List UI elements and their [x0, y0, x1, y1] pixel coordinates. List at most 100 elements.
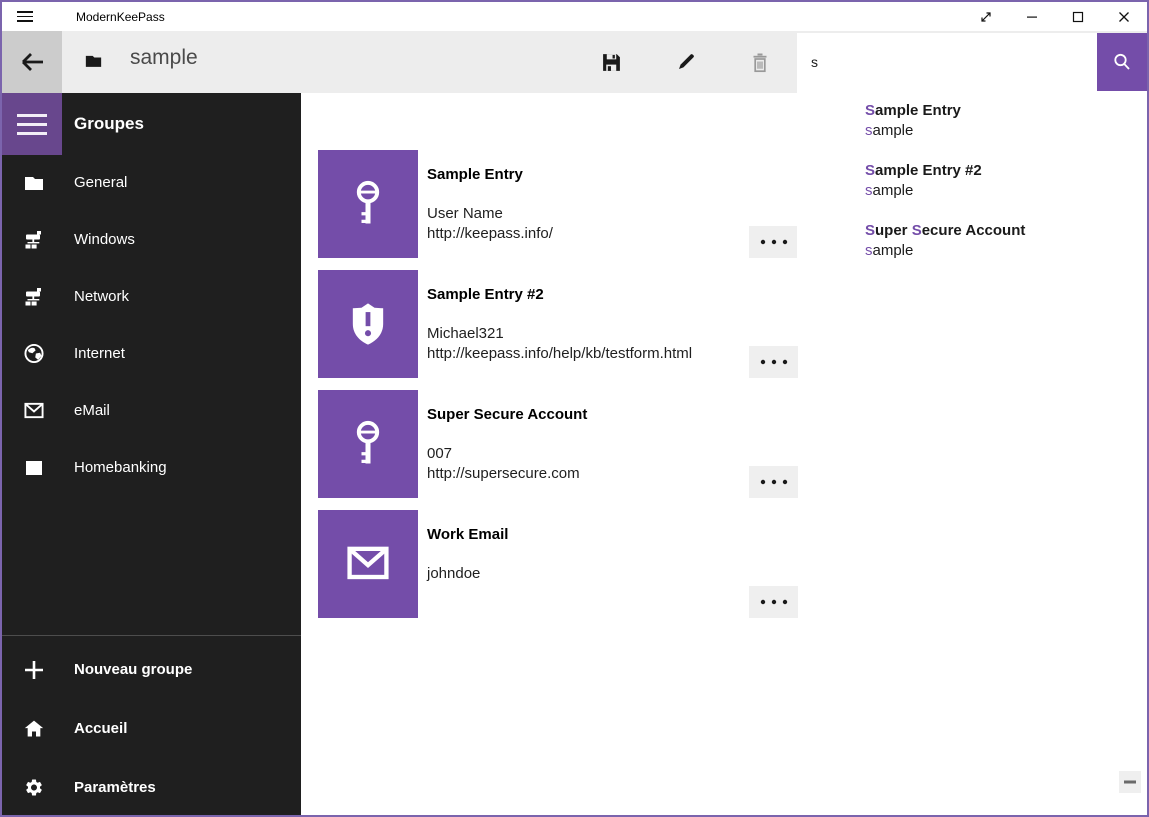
more-button[interactable]	[749, 586, 798, 618]
edit-button[interactable]	[662, 31, 710, 93]
sidebar-item-new-group[interactable]: Nouveau groupe	[2, 640, 301, 699]
sidebar-item-label: Homebanking	[74, 459, 167, 476]
more-button[interactable]	[749, 226, 798, 258]
square-icon	[24, 457, 44, 479]
sidebar-item-label: Accueil	[74, 720, 127, 737]
entry-title: Work Email	[427, 526, 748, 544]
hamburger-icon[interactable]	[2, 2, 48, 31]
entry-username: 007	[427, 444, 748, 464]
minimize-icon	[1026, 11, 1038, 23]
highlight: s	[865, 122, 873, 139]
entry-url: http://keepass.info/	[427, 224, 748, 244]
sidebar-item-email[interactable]: eMail	[2, 382, 301, 439]
entry-tile[interactable]	[318, 510, 418, 618]
entry-tile[interactable]	[318, 270, 418, 378]
caption-buttons	[963, 2, 1147, 31]
highlight: s	[865, 182, 873, 199]
enter-fullscreen-icon	[979, 10, 993, 24]
back-button[interactable]	[2, 31, 62, 93]
globe-icon	[24, 343, 44, 365]
entry-title: Super Secure Account	[427, 406, 748, 424]
mail-icon	[342, 542, 394, 586]
more-icon	[759, 479, 789, 485]
entry-row[interactable]: Super Secure Account 007 http://supersec…	[318, 390, 818, 498]
key-icon	[342, 178, 394, 230]
entry-tile[interactable]	[318, 390, 418, 498]
entry-username: johndoe	[427, 564, 748, 584]
maximize-icon	[1072, 11, 1084, 23]
delete-button[interactable]	[736, 31, 784, 93]
more-icon	[759, 599, 789, 605]
shield-alert-icon	[342, 298, 394, 350]
database-title: sample	[130, 46, 198, 70]
close-icon	[1118, 11, 1130, 23]
result-title: ample Entry	[875, 102, 961, 119]
app-header: sample	[2, 31, 1147, 93]
network-icon	[24, 229, 44, 251]
entry-url: http://keepass.info/help/kb/testform.htm…	[427, 344, 748, 364]
highlight: S	[865, 222, 875, 239]
entry-title: Sample Entry #2	[427, 286, 748, 304]
enter-fullscreen-button[interactable]	[963, 2, 1009, 31]
save-icon	[601, 52, 622, 73]
sidebar-item-internet[interactable]: Internet	[2, 325, 301, 382]
sidebar-item-label: General	[74, 174, 127, 191]
close-button[interactable]	[1101, 2, 1147, 31]
entry-row[interactable]: Sample Entry #2 Michael321 http://keepas…	[318, 270, 818, 378]
hamburger-icon	[17, 114, 47, 117]
key-icon	[342, 418, 394, 470]
search-result[interactable]: Sample Entry #2 sample	[865, 161, 1147, 201]
titlebar: ModernKeePass	[2, 2, 1147, 31]
app-window: ModernKeePass	[0, 0, 1149, 817]
app-title: ModernKeePass	[76, 10, 165, 24]
pane-toggle-button[interactable]	[2, 93, 62, 155]
result-title: ample Entry #2	[875, 162, 982, 179]
result-subtitle: ample	[873, 122, 914, 139]
search-suggestions: Sample Entry sample Sample Entry #2 samp…	[797, 91, 1147, 295]
trash-icon	[750, 52, 770, 73]
save-button[interactable]	[587, 31, 635, 93]
minimize-button[interactable]	[1009, 2, 1055, 31]
sidebar-item-home[interactable]: Accueil	[2, 699, 301, 758]
group-list: General Windows	[2, 154, 301, 496]
minus-icon	[1124, 780, 1136, 784]
sidebar-item-settings[interactable]: Paramètres	[2, 758, 301, 817]
entry-row[interactable]: Sample Entry User Name http://keepass.in…	[318, 150, 818, 258]
more-icon	[759, 359, 789, 365]
result-subtitle: ample	[873, 182, 914, 199]
home-icon	[24, 718, 44, 740]
entry-text: Super Secure Account 007 http://supersec…	[427, 390, 748, 484]
sidebar: Groupes General	[2, 93, 301, 815]
highlight: S	[865, 102, 875, 119]
more-button[interactable]	[749, 346, 798, 378]
sidebar-item-windows[interactable]: Windows	[2, 211, 301, 268]
sidebar-title: Groupes	[74, 93, 144, 155]
sidebar-item-general[interactable]: General	[2, 154, 301, 211]
maximize-button[interactable]	[1055, 2, 1101, 31]
more-button[interactable]	[749, 466, 798, 498]
search-button[interactable]	[1097, 33, 1147, 91]
entry-row[interactable]: Work Email johndoe	[318, 510, 818, 618]
search-result[interactable]: Sample Entry sample	[865, 101, 1147, 141]
sidebar-item-label: Network	[74, 288, 129, 305]
entry-tile[interactable]	[318, 150, 418, 258]
entry-text: Sample Entry #2 Michael321 http://keepas…	[427, 270, 748, 364]
network-icon	[24, 286, 44, 308]
sidebar-divider	[2, 635, 301, 636]
back-arrow-icon	[19, 51, 45, 73]
sidebar-item-homebanking[interactable]: Homebanking	[2, 439, 301, 496]
entry-title: Sample Entry	[427, 166, 748, 184]
search-icon	[1111, 51, 1133, 73]
sidebar-footer: Nouveau groupe Accueil Paramètres	[2, 640, 301, 817]
highlight: S	[912, 222, 922, 239]
sidebar-item-network[interactable]: Network	[2, 268, 301, 325]
zoom-out-button[interactable]	[1119, 771, 1141, 793]
search-input[interactable]	[797, 33, 1097, 91]
gear-icon	[24, 777, 44, 799]
result-title: uper	[875, 222, 912, 239]
sidebar-item-label: Internet	[74, 345, 125, 362]
entry-text: Work Email johndoe	[427, 510, 748, 584]
highlight: s	[865, 242, 873, 259]
highlight: S	[865, 162, 875, 179]
search-result[interactable]: Super Secure Account sample	[865, 221, 1147, 261]
